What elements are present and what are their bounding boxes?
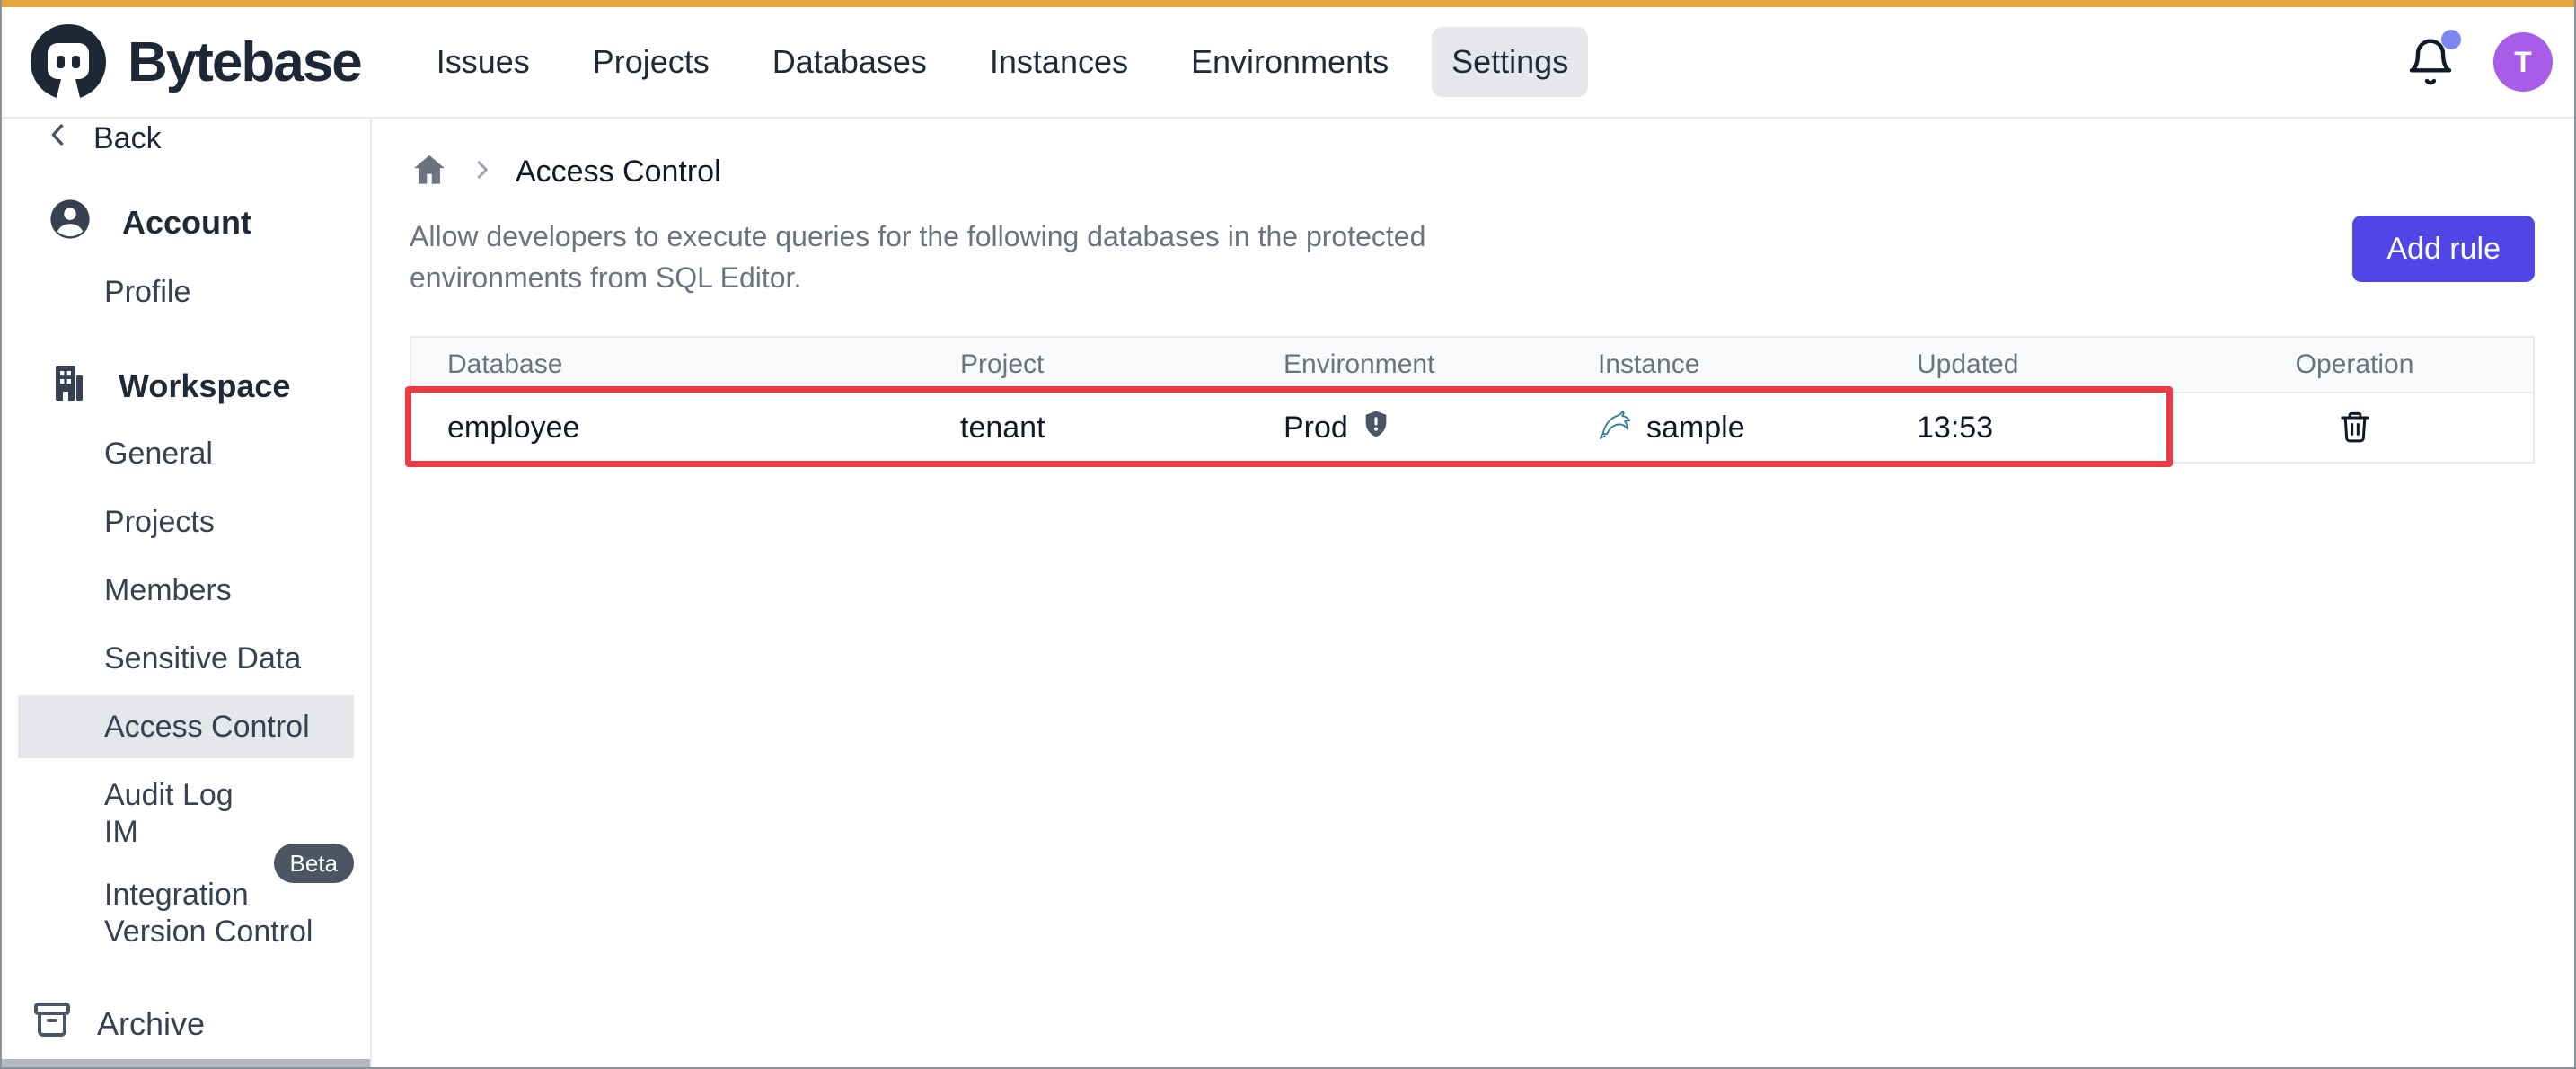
app-body: Back Account Profile [2, 119, 2574, 1067]
cell-operation [2176, 403, 2533, 453]
column-header-instance: Instance [1575, 349, 1893, 380]
brand-name: Bytebase [128, 31, 361, 94]
section-account: Account [2, 198, 370, 248]
table-row: employee tenant Prod [411, 393, 2533, 462]
page-description: Allow developers to execute queries for … [410, 216, 1496, 298]
notification-dot [2441, 30, 2461, 49]
sidebar-item-sensitive-data[interactable]: Sensitive Data [18, 627, 354, 690]
primary-nav: Issues Projects Databases Instances Envi… [417, 27, 1588, 97]
environment-label: Prod [1284, 411, 1348, 446]
sidebar-item-projects[interactable]: Projects [18, 490, 354, 553]
cell-database: employee [411, 411, 937, 446]
sidebar-item-version-control[interactable]: Version Control [18, 900, 354, 963]
back-label: Back [93, 121, 162, 156]
sidebar-item-label: Members [104, 559, 232, 622]
column-header-project: Project [937, 349, 1260, 380]
archive-label: Archive [97, 1005, 205, 1043]
column-header-environment: Environment [1260, 349, 1575, 380]
brand-logo[interactable]: Bytebase [29, 22, 361, 102]
nav-tab-issues[interactable]: Issues [417, 27, 550, 97]
nav-tab-environments[interactable]: Environments [1171, 27, 1408, 97]
sidebar-item-access-control[interactable]: Access Control [18, 695, 354, 758]
notification-bell-button[interactable] [2405, 37, 2456, 87]
shield-exclamation-icon [1361, 409, 1391, 447]
sidebar-item-label: Access Control [104, 695, 310, 758]
sidebar-item-members[interactable]: Members [18, 559, 354, 622]
section-workspace: Workspace [2, 361, 370, 411]
cell-instance: sample [1575, 406, 1893, 450]
add-rule-button[interactable]: Add rule [2352, 216, 2535, 282]
sidebar-item-label: Projects [104, 490, 215, 553]
main-content: Access Control Allow developers to execu… [372, 119, 2574, 1067]
delete-rule-button[interactable] [2332, 403, 2378, 453]
sidebar-item-archive[interactable]: Archive [31, 998, 205, 1049]
user-avatar[interactable]: T [2493, 32, 2553, 92]
section-label-workspace: Workspace [119, 367, 290, 405]
sidebar-item-profile[interactable]: Profile [18, 261, 354, 323]
sidebar: Back Account Profile [2, 119, 372, 1067]
sidebar-item-im-integration[interactable]: IM Integration Beta [18, 832, 354, 895]
table-header: Database Project Environment Instance Up… [411, 338, 2533, 393]
cell-environment: Prod [1260, 409, 1575, 447]
trash-icon [2337, 409, 2373, 447]
sidebar-item-label: Version Control [104, 900, 313, 963]
rules-table: Database Project Environment Instance Up… [410, 336, 2535, 464]
nav-tab-instances[interactable]: Instances [970, 27, 1148, 97]
sidebar-scrollbar[interactable] [2, 1059, 370, 1067]
app-window: Bytebase Issues Projects Databases Insta… [0, 0, 2576, 1069]
column-header-operation: Operation [2176, 349, 2533, 380]
top-navbar: Bytebase Issues Projects Databases Insta… [2, 7, 2574, 119]
chevron-left-icon [43, 119, 74, 158]
instance-label: sample [1646, 411, 1745, 446]
cell-project: tenant [937, 411, 1260, 446]
home-icon[interactable] [410, 150, 449, 194]
nav-tab-settings[interactable]: Settings [1432, 27, 1588, 97]
nav-tab-projects[interactable]: Projects [573, 27, 729, 97]
sidebar-item-label: Sensitive Data [104, 627, 301, 690]
archive-icon [31, 998, 74, 1049]
cell-updated: 13:53 [1893, 411, 2176, 446]
section-label-account: Account [122, 204, 251, 242]
nav-tab-databases[interactable]: Databases [753, 27, 947, 97]
bell-icon [2405, 75, 2456, 91]
building-icon [47, 361, 90, 412]
sidebar-item-label: General [104, 422, 213, 485]
back-button[interactable]: Back [2, 119, 370, 160]
navbar-right: T [2405, 32, 2553, 92]
column-header-database: Database [411, 349, 937, 380]
breadcrumb: Access Control [410, 151, 2535, 192]
bytebase-logo-icon [29, 22, 108, 102]
description-row: Allow developers to execute queries for … [410, 216, 2535, 298]
sidebar-item-general[interactable]: General [18, 422, 354, 485]
mysql-dolphin-icon [1598, 406, 1634, 450]
column-header-updated: Updated [1893, 349, 2176, 380]
chevron-right-icon [469, 156, 496, 188]
sidebar-item-label: Profile [104, 261, 190, 323]
top-accent-bar [2, 0, 2574, 7]
beta-badge: Beta [274, 844, 355, 883]
user-icon [47, 196, 93, 251]
breadcrumb-current: Access Control [516, 155, 721, 190]
